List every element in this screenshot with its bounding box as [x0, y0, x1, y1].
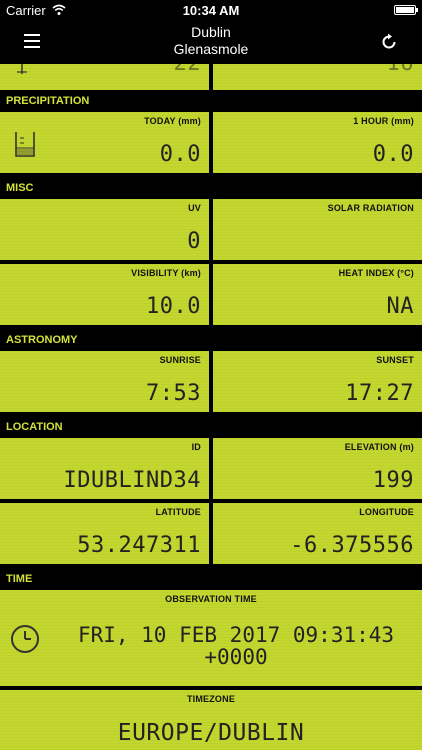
- sunrise-label: SUNRISE: [159, 355, 201, 365]
- partial-value-right: 16: [387, 64, 415, 76]
- elevation-label: ELEVATION (m): [344, 442, 414, 452]
- section-time: TIME: [0, 568, 422, 590]
- solar-radiation-label: SOLAR RADIATION: [327, 203, 414, 213]
- section-astronomy: ASTRONOMY: [0, 329, 422, 351]
- hour-rain-label: 1 HOUR (mm): [353, 116, 414, 126]
- observation-time-label: OBSERVATION TIME: [165, 594, 257, 604]
- timezone-value: EUROPE/DUBLIN: [117, 720, 305, 746]
- observation-time-value: FRI, 10 FEB 2017 09:31:43 +0000: [60, 624, 412, 668]
- uv-label: UV: [188, 203, 201, 213]
- sunset-cell: SUNSET 17:27: [213, 351, 422, 412]
- sunrise-cell: SUNRISE 7:53: [0, 351, 209, 412]
- sunset-value: 17:27: [345, 381, 414, 406]
- longitude-value: -6.375556: [290, 533, 414, 558]
- uv-cell: UV 0: [0, 199, 209, 260]
- status-bar: Carrier 10:34 AM: [0, 0, 422, 22]
- thermometer-icon: [17, 64, 27, 74]
- elevation-value: 199: [372, 468, 414, 493]
- partial-value-left: 22: [174, 64, 202, 76]
- content-scroll[interactable]: 22 16 PRECIPITATION TODAY (mm) 0.0 1 HOU…: [0, 64, 422, 750]
- visibility-cell: VISIBILITY (km) 10.0: [0, 264, 209, 325]
- sunrise-value: 7:53: [146, 381, 201, 406]
- timezone-cell: TIMEZONE EUROPE/DUBLIN: [0, 690, 422, 750]
- visibility-label: VISIBILITY (km): [131, 268, 201, 278]
- observation-time-line1: FRI, 10 FEB 2017 09:31:43: [77, 623, 395, 647]
- status-time: 10:34 AM: [182, 3, 240, 18]
- today-rain-cell: TODAY (mm) 0.0: [0, 112, 209, 173]
- section-location: LOCATION: [0, 416, 422, 438]
- heat-index-cell: HEAT INDEX (°C) NA: [213, 264, 422, 325]
- hour-rain-cell: 1 HOUR (mm) 0.0: [213, 112, 422, 173]
- station-id-label: ID: [191, 442, 201, 452]
- hour-rain-value: 0.0: [372, 142, 414, 167]
- today-rain-label: TODAY (mm): [144, 116, 201, 126]
- longitude-cell: LONGITUDE -6.375556: [213, 503, 422, 564]
- nav-bar: Dublin Glenasmole: [0, 22, 422, 64]
- observation-time-line2: +0000: [204, 645, 268, 669]
- heat-index-label: HEAT INDEX (°C): [338, 268, 414, 278]
- sunset-label: SUNSET: [376, 355, 414, 365]
- section-misc: MISC: [0, 177, 422, 199]
- partial-cell-right: 16: [213, 64, 422, 90]
- elevation-cell: ELEVATION (m) 199: [213, 438, 422, 499]
- clock-icon: [11, 625, 39, 653]
- visibility-value: 10.0: [146, 294, 201, 319]
- heat-index-value: NA: [386, 294, 414, 319]
- today-rain-value: 0.0: [159, 142, 201, 167]
- station-name: Glenasmole: [173, 41, 249, 57]
- section-precipitation: PRECIPITATION: [0, 90, 422, 112]
- longitude-label: LONGITUDE: [359, 507, 414, 517]
- partial-cell-left: 22: [0, 64, 209, 90]
- station-title: Dublin Glenasmole: [0, 24, 422, 58]
- latitude-value: 53.247311: [77, 533, 201, 558]
- station-city: Dublin: [191, 24, 231, 40]
- refresh-icon[interactable]: [380, 33, 398, 51]
- rain-gauge-icon: [15, 132, 35, 157]
- uv-value: 0: [187, 229, 201, 254]
- solar-radiation-cell: SOLAR RADIATION: [213, 199, 422, 260]
- station-id-value: IDUBLIND34: [63, 468, 201, 493]
- latitude-label: LATITUDE: [155, 507, 201, 517]
- station-id-cell: ID IDUBLIND34: [0, 438, 209, 499]
- timezone-label: TIMEZONE: [186, 694, 236, 704]
- observation-time-cell: OBSERVATION TIME FRI, 10 FEB 2017 09:31:…: [0, 590, 422, 686]
- latitude-cell: LATITUDE 53.247311: [0, 503, 209, 564]
- battery-icon: [394, 5, 418, 15]
